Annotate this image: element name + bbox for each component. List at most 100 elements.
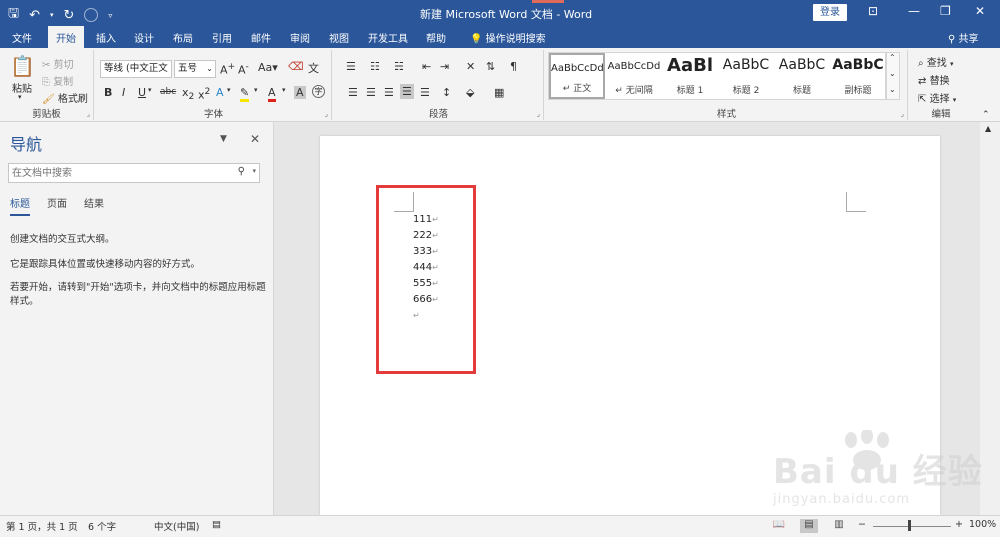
tell-me-search[interactable]: 💡 操作说明搜索 [470,30,546,45]
clipboard-launcher-icon[interactable]: ⌟ [87,110,90,118]
phonetic-guide-icon[interactable]: 文 [308,60,319,76]
format-painter-button[interactable]: 🖌 格式刷 [42,90,88,105]
find-button[interactable]: ⌕ 查找 ▾ [918,54,954,69]
tab-help[interactable]: 帮助 [426,30,446,45]
zoom-in-button[interactable]: + [955,519,963,530]
justify-icon[interactable]: ☰ [400,84,414,99]
restore-icon[interactable]: ❐ [940,4,951,18]
tab-references[interactable]: 引用 [212,30,232,45]
copy-button[interactable]: ⎘ 复制 [42,73,73,88]
search-icon[interactable]: ⚲ [238,166,245,177]
share-button[interactable]: ⚲ 共享 [948,30,979,45]
nav-tab-pages[interactable]: 页面 [47,195,67,210]
bold-icon[interactable]: B [104,86,112,99]
superscript-icon[interactable]: x2 [198,86,210,102]
styles-launcher-icon[interactable]: ⌟ [901,110,904,118]
search-dropdown-icon[interactable]: ▾ [252,167,256,175]
tab-design[interactable]: 设计 [134,30,154,45]
align-left-icon[interactable]: ☰ [348,86,358,99]
chinese-layout-icon[interactable]: ✕ [466,60,475,73]
read-mode-icon[interactable]: 📖 [770,519,788,533]
nav-search-box[interactable]: ⚲ ▾ [8,163,260,183]
print-layout-icon[interactable]: ▤ [800,519,818,533]
nav-options-icon[interactable]: ▼ [220,134,227,144]
change-case-button[interactable]: Aa▾ [258,61,278,74]
language-indicator[interactable]: 中文(中国) [154,519,199,533]
highlight-color-icon[interactable]: ✎ [240,86,250,102]
collapse-ribbon-icon[interactable]: ⌃ [982,110,990,120]
nav-tab-results[interactable]: 结果 [84,195,104,210]
decrease-indent-icon[interactable]: ⇤ [422,60,431,73]
login-button[interactable]: 登录 [813,4,847,21]
nav-close-icon[interactable]: ✕ [250,132,260,146]
distributed-icon[interactable]: ☰ [420,86,430,99]
shading-icon[interactable]: ⬙ [466,86,474,99]
font-color-icon[interactable]: A [268,86,276,102]
select-button[interactable]: ⇱ 选择 ▾ [918,90,956,105]
zoom-slider-track[interactable] [873,526,951,527]
tab-layout[interactable]: 布局 [173,30,193,45]
tab-home[interactable]: 开始 [48,26,84,48]
zoom-level[interactable]: 100% [969,519,996,530]
copy-label: 复制 [53,77,74,88]
tab-developer[interactable]: 开发工具 [368,30,408,45]
zoom-slider-thumb[interactable] [908,520,911,531]
character-shading-icon[interactable]: A [294,86,306,99]
touch-mode-icon[interactable] [84,8,99,22]
web-layout-icon[interactable]: ▥ [830,519,848,533]
text-effects-dropdown-icon[interactable]: ▾ [227,86,231,94]
macro-recording-icon[interactable]: ▤ [212,519,221,530]
grow-font-icon[interactable]: A+ [220,61,235,77]
title-bar: 🖫 ↶ ▾ ↻ ▿ 新建 Microsoft Word 文档 - Word 登录… [0,0,1000,26]
text-effects-icon[interactable]: A [216,86,224,99]
zoom-out-button[interactable]: − [858,519,866,530]
undo-icon[interactable]: ↶ [29,8,40,23]
font-color-dropdown-icon[interactable]: ▾ [282,86,286,94]
cut-button[interactable]: ✂ 剪切 [42,56,74,71]
sort-icon[interactable]: ⇅ [486,60,495,73]
numbering-icon[interactable]: ☷ [370,60,380,73]
underline-icon[interactable]: U [138,86,146,99]
minimize-icon[interactable]: — [908,4,920,18]
word-count[interactable]: 6 个字 [88,519,116,533]
tab-insert[interactable]: 插入 [96,30,116,45]
font-size-select[interactable]: 五号 ⌄ [174,60,216,78]
page-count[interactable]: 第 1 页，共 1 页 [6,519,78,533]
align-right-icon[interactable]: ☰ [384,86,394,99]
highlight-dropdown-icon[interactable]: ▾ [254,86,258,94]
align-center-icon[interactable]: ☰ [366,86,376,99]
bullets-icon[interactable]: ☰ [346,60,356,73]
paste-label: 粘贴 [12,84,32,95]
tab-view[interactable]: 视图 [329,30,349,45]
tab-file[interactable]: 文件 [12,30,32,45]
customize-qat-icon[interactable]: ▿ [108,11,112,20]
nav-tab-headings[interactable]: 标题 [10,195,30,216]
redo-icon[interactable]: ↻ [64,8,75,23]
cut-label: 剪切 [53,60,74,71]
tab-mailings[interactable]: 邮件 [251,30,271,45]
paragraph-launcher-icon[interactable]: ⌟ [537,110,540,118]
close-icon[interactable]: ✕ [975,4,985,18]
subscript-icon[interactable]: x2 [182,86,194,102]
nav-search-input[interactable] [9,164,224,182]
clear-formatting-icon[interactable]: ⌫ [288,60,304,73]
line-spacing-icon[interactable]: ↕ [442,86,451,99]
underline-dropdown-icon[interactable]: ▾ [148,86,152,94]
borders-icon[interactable]: ▦ [494,86,504,99]
tab-review[interactable]: 审阅 [290,30,310,45]
ribbon-display-options-icon[interactable]: ⊡ [868,4,878,18]
font-name-select[interactable]: 等线 (中文正文 [100,60,172,78]
italic-icon[interactable]: I [122,86,125,99]
undo-dropdown-icon[interactable]: ▾ [50,11,54,19]
shrink-font-icon[interactable]: A- [238,61,249,77]
increase-indent-icon[interactable]: ⇥ [440,60,449,73]
enclose-characters-icon[interactable]: 字 [312,85,325,98]
scroll-up-icon[interactable]: ▲ [985,124,991,133]
paste-dropdown-icon[interactable]: ▾ [18,93,22,101]
show-hide-marks-icon[interactable]: ¶ [510,60,517,73]
replace-button[interactable]: ⇄ 替换 [918,72,950,87]
multilevel-list-icon[interactable]: ☵ [394,60,404,73]
strikethrough-icon[interactable]: abc [160,87,176,97]
save-icon[interactable]: 🖫 [8,4,19,26]
font-launcher-icon[interactable]: ⌟ [325,110,328,118]
